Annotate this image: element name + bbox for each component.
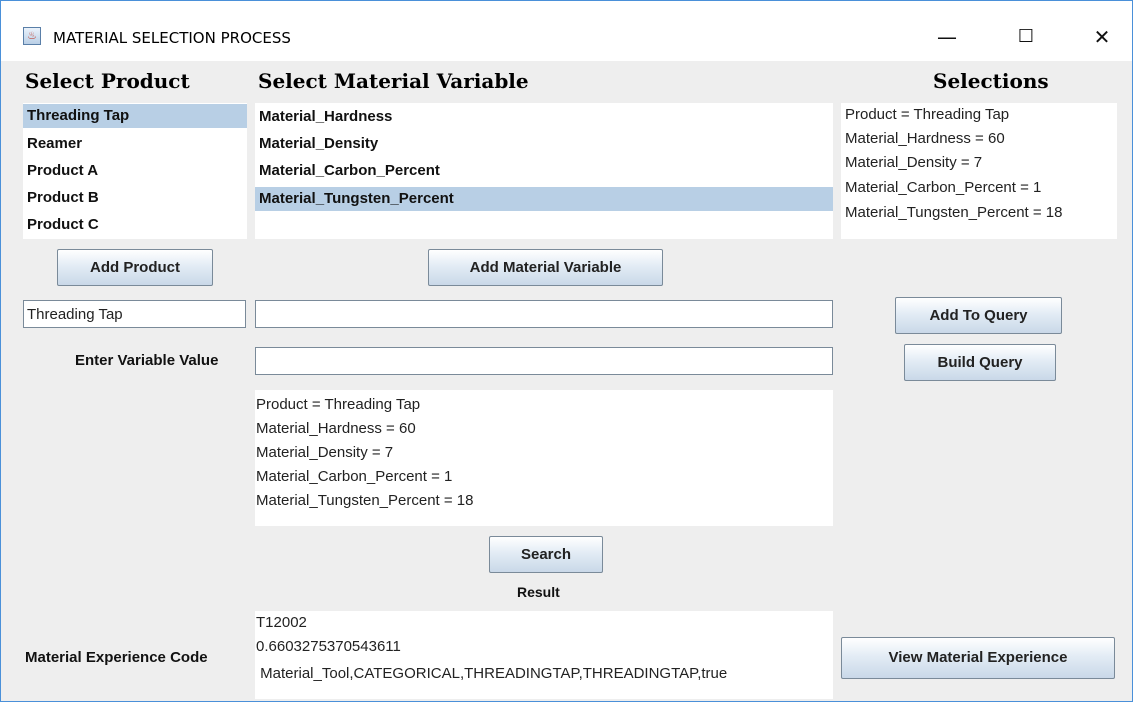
result-line: 0.6603275370543611 bbox=[256, 638, 401, 655]
close-button[interactable]: ✕ bbox=[1079, 17, 1125, 57]
product-item-threading-tap[interactable]: Threading Tap bbox=[23, 104, 247, 128]
result-text-area[interactable]: T12002 0.6603275370543611 Material_Tool,… bbox=[255, 611, 833, 699]
build-query-button[interactable]: Build Query bbox=[904, 344, 1056, 381]
product-item-reamer[interactable]: Reamer bbox=[23, 132, 247, 156]
variable-name-field[interactable] bbox=[255, 300, 833, 328]
query-line: Material_Hardness = 60 bbox=[256, 420, 416, 437]
variable-item-carbon-percent[interactable]: Material_Carbon_Percent bbox=[255, 159, 833, 183]
add-product-button[interactable]: Add Product bbox=[57, 249, 213, 286]
product-item-product-b[interactable]: Product B bbox=[23, 186, 247, 210]
selections-panel: Product = Threading Tap Material_Hardnes… bbox=[841, 103, 1117, 239]
selection-line: Material_Hardness = 60 bbox=[845, 130, 1005, 147]
query-line: Material_Carbon_Percent = 1 bbox=[256, 468, 453, 485]
query-line: Material_Tungsten_Percent = 18 bbox=[256, 492, 474, 509]
product-item-product-a[interactable]: Product A bbox=[23, 159, 247, 183]
variable-item-hardness[interactable]: Material_Hardness bbox=[255, 105, 833, 129]
window-title: MATERIAL SELECTION PROCESS bbox=[53, 29, 291, 47]
add-material-variable-button[interactable]: Add Material Variable bbox=[428, 249, 663, 286]
product-list[interactable]: Threading Tap Reamer Product A Product B… bbox=[23, 103, 247, 239]
variable-item-density[interactable]: Material_Density bbox=[255, 132, 833, 156]
result-line: Material_Tool,CATEGORICAL,THREADINGTAP,T… bbox=[256, 665, 728, 682]
maximize-button[interactable]: ☐ bbox=[1003, 17, 1049, 57]
search-button[interactable]: Search bbox=[489, 536, 603, 573]
material-variable-list[interactable]: Material_Hardness Material_Density Mater… bbox=[255, 103, 833, 239]
add-to-query-button[interactable]: Add To Query bbox=[895, 297, 1062, 334]
java-coffee-icon: ♨ bbox=[23, 27, 41, 45]
material-experience-code-label: Material Experience Code bbox=[25, 649, 208, 666]
view-material-experience-button[interactable]: View Material Experience bbox=[841, 637, 1115, 679]
query-text-area[interactable]: Product = Threading Tap Material_Hardnes… bbox=[255, 390, 833, 526]
variable-value-field[interactable] bbox=[255, 347, 833, 375]
product-item-product-c[interactable]: Product C bbox=[23, 213, 247, 237]
select-product-heading: Select Product bbox=[25, 69, 190, 93]
title-bar[interactable]: ♨ MATERIAL SELECTION PROCESS — ☐ ✕ bbox=[1, 1, 1132, 61]
selection-line: Material_Carbon_Percent = 1 bbox=[845, 179, 1042, 196]
result-line: T12002 bbox=[256, 614, 307, 631]
query-line: Product = Threading Tap bbox=[256, 396, 421, 413]
selections-heading: Selections bbox=[933, 69, 1049, 93]
variable-item-tungsten-percent[interactable]: Material_Tungsten_Percent bbox=[255, 187, 833, 211]
selection-line: Product = Threading Tap bbox=[845, 106, 1010, 123]
select-variable-heading: Select Material Variable bbox=[258, 69, 529, 93]
result-label: Result bbox=[517, 584, 560, 600]
enter-variable-value-label: Enter Variable Value bbox=[75, 352, 219, 369]
query-line: Material_Density = 7 bbox=[256, 444, 394, 461]
selection-line: Material_Tungsten_Percent = 18 bbox=[845, 204, 1063, 221]
minimize-button[interactable]: — bbox=[924, 17, 970, 57]
main-window: ♨ MATERIAL SELECTION PROCESS — ☐ ✕ Selec… bbox=[0, 0, 1133, 702]
product-value-field[interactable] bbox=[23, 300, 246, 328]
selection-line: Material_Density = 7 bbox=[845, 154, 983, 171]
